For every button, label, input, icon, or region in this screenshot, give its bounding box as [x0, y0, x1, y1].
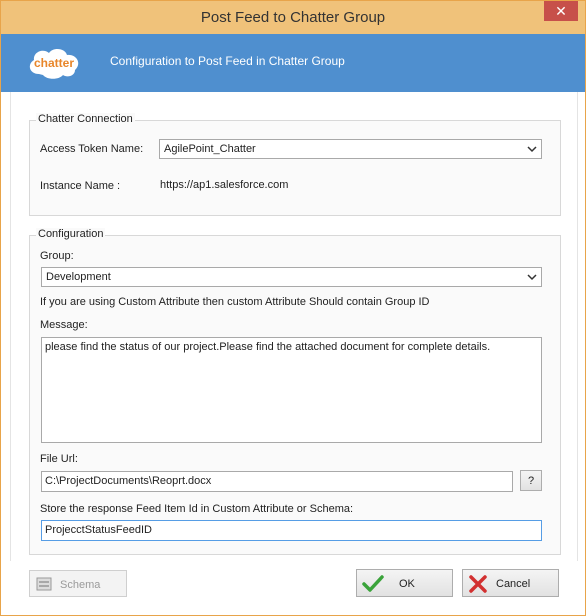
chevron-down-icon [527, 274, 537, 281]
checkmark-icon [362, 575, 384, 592]
configuration-legend: Configuration [36, 228, 106, 240]
cancel-x-icon [469, 575, 487, 593]
store-response-label: Store the response Feed Item Id in Custo… [40, 503, 354, 515]
store-response-input[interactable]: ProjecctStatusFeedID [41, 520, 542, 541]
message-label: Message: [40, 319, 88, 331]
chevron-down-icon [527, 146, 537, 153]
group-value: Development [46, 271, 111, 283]
schema-icon [36, 577, 52, 591]
cancel-button-label: Cancel [496, 578, 531, 590]
access-token-label: Access Token Name: [40, 143, 144, 155]
file-url-input[interactable]: C:\ProjectDocuments\Reoprt.docx [41, 471, 513, 492]
logo-text: chatter [34, 56, 74, 70]
chatter-connection-legend: Chatter Connection [36, 113, 135, 125]
ok-button-label: OK [399, 578, 415, 590]
header-banner: chatter Configuration to Post Feed in Ch… [1, 34, 585, 92]
file-url-label: File Url: [40, 453, 78, 465]
title-bar[interactable]: Post Feed to Chatter Group ✕ [1, 1, 585, 34]
help-glyph: ? [528, 475, 535, 487]
group-hint: If you are using Custom Attribute then c… [40, 296, 430, 308]
close-button[interactable]: ✕ [544, 1, 578, 21]
banner-text: Configuration to Post Feed in Chatter Gr… [110, 54, 345, 68]
ok-button[interactable]: OK [356, 569, 453, 597]
group-label: Group: [40, 250, 74, 262]
group-select[interactable]: Development [41, 267, 542, 287]
window-title: Post Feed to Chatter Group [200, 9, 386, 26]
message-textarea[interactable]: please find the status of our project.Pl… [41, 337, 542, 443]
schema-button-label: Schema [60, 579, 101, 591]
instance-name-label: Instance Name : [40, 180, 121, 192]
cancel-button[interactable]: Cancel [462, 569, 559, 597]
dialog-body: Chatter Connection Access Token Name: Ag… [10, 92, 578, 561]
access-token-value: AgilePoint_Chatter [164, 143, 256, 155]
chatter-connection-group [29, 120, 561, 216]
chatter-logo: chatter [25, 44, 83, 82]
dialog-footer: Schema OK Cancel [1, 561, 585, 615]
schema-button[interactable]: Schema [29, 570, 127, 597]
access-token-select[interactable]: AgilePoint_Chatter [159, 139, 542, 159]
dialog-window: Post Feed to Chatter Group ✕ chatter Con… [0, 0, 586, 616]
file-url-help-button[interactable]: ? [520, 470, 542, 491]
instance-name-value: https://ap1.salesforce.com [160, 179, 289, 191]
